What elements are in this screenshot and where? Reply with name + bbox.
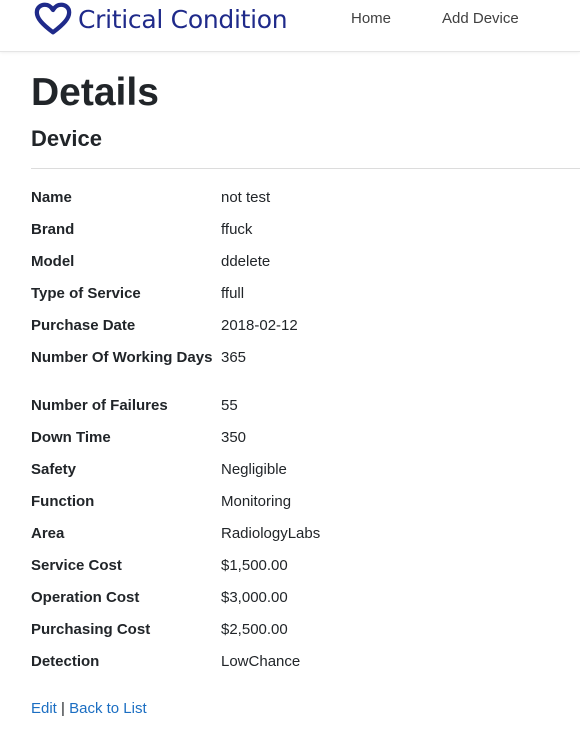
detail-value: Negligible bbox=[221, 461, 287, 478]
page-subtitle: Device bbox=[31, 126, 102, 151]
brand-name: Critical Condition bbox=[78, 4, 288, 34]
heart-icon bbox=[34, 2, 72, 35]
detail-value: 365 bbox=[221, 349, 247, 366]
detail-value: 55 bbox=[221, 397, 238, 414]
nav-add-device-link[interactable]: Add Device bbox=[442, 10, 519, 27]
detail-value: 350 bbox=[221, 429, 247, 446]
detail-value: $3,000.00 bbox=[221, 589, 288, 606]
detail-label: Brand bbox=[31, 221, 75, 238]
detail-label: Number of Failures bbox=[31, 397, 168, 414]
nav-home-link[interactable]: Home bbox=[351, 10, 391, 27]
detail-row-safety: Safety Negligible bbox=[31, 458, 571, 490]
detail-label: Area bbox=[31, 525, 65, 542]
detail-value: $2,500.00 bbox=[221, 621, 288, 638]
back-to-list-link[interactable]: Back to List bbox=[69, 700, 147, 717]
edit-link[interactable]: Edit bbox=[31, 700, 57, 717]
link-separator: | bbox=[61, 700, 65, 717]
detail-value: ffuck bbox=[221, 221, 253, 238]
detail-label: Service Cost bbox=[31, 557, 122, 574]
detail-row-purchase-date: Purchase Date 2018-02-12 bbox=[31, 314, 571, 346]
detail-label: Name bbox=[31, 189, 72, 206]
detail-label: Purchasing Cost bbox=[31, 621, 151, 638]
detail-row-purchasing-cost: Purchasing Cost $2,500.00 bbox=[31, 618, 571, 650]
detail-row-operation-cost: Operation Cost $3,000.00 bbox=[31, 586, 571, 618]
detail-value: not test bbox=[221, 189, 271, 206]
detail-label: Function bbox=[31, 493, 95, 510]
divider bbox=[31, 168, 580, 169]
detail-label: Type of Service bbox=[31, 285, 141, 302]
detail-value: 2018-02-12 bbox=[221, 317, 298, 334]
detail-label: Detection bbox=[31, 653, 100, 670]
brand-logo-link[interactable]: Critical Condition bbox=[34, 0, 288, 38]
detail-row-model: Model ddelete bbox=[31, 250, 571, 282]
detail-label: Safety bbox=[31, 461, 77, 478]
detail-row-service-cost: Service Cost $1,500.00 bbox=[31, 554, 571, 586]
detail-row-failures: Number of Failures 55 bbox=[31, 394, 571, 426]
detail-row-working-days: Number Of Working Days 365 bbox=[31, 346, 571, 394]
detail-label: Down Time bbox=[31, 429, 111, 446]
detail-value: Monitoring bbox=[221, 493, 292, 510]
detail-label: Operation Cost bbox=[31, 589, 140, 606]
detail-row-function: Function Monitoring bbox=[31, 490, 571, 522]
page-title: Details bbox=[31, 71, 159, 114]
detail-row-detection: Detection LowChance bbox=[31, 650, 571, 682]
detail-row-type-of-service: Type of Service ffull bbox=[31, 282, 571, 314]
detail-row-down-time: Down Time 350 bbox=[31, 426, 571, 458]
detail-actions: Edit | Back to List bbox=[31, 700, 147, 717]
detail-label: Purchase Date bbox=[31, 317, 136, 334]
detail-value: RadiologyLabs bbox=[221, 525, 321, 542]
navbar: Critical Condition Home Add Device bbox=[0, 0, 580, 52]
detail-value: LowChance bbox=[221, 653, 301, 670]
detail-label: Model bbox=[31, 253, 75, 270]
detail-value: $1,500.00 bbox=[221, 557, 288, 574]
detail-row-brand: Brand ffuck bbox=[31, 218, 571, 250]
detail-label: Number Of Working Days bbox=[31, 349, 213, 366]
detail-value: ddelete bbox=[221, 253, 271, 270]
device-details-list: Name not test Brand ffuck Model ddelete … bbox=[31, 186, 571, 682]
detail-value: ffull bbox=[221, 285, 245, 302]
detail-row-area: Area RadiologyLabs bbox=[31, 522, 571, 554]
detail-row-name: Name not test bbox=[31, 186, 571, 218]
